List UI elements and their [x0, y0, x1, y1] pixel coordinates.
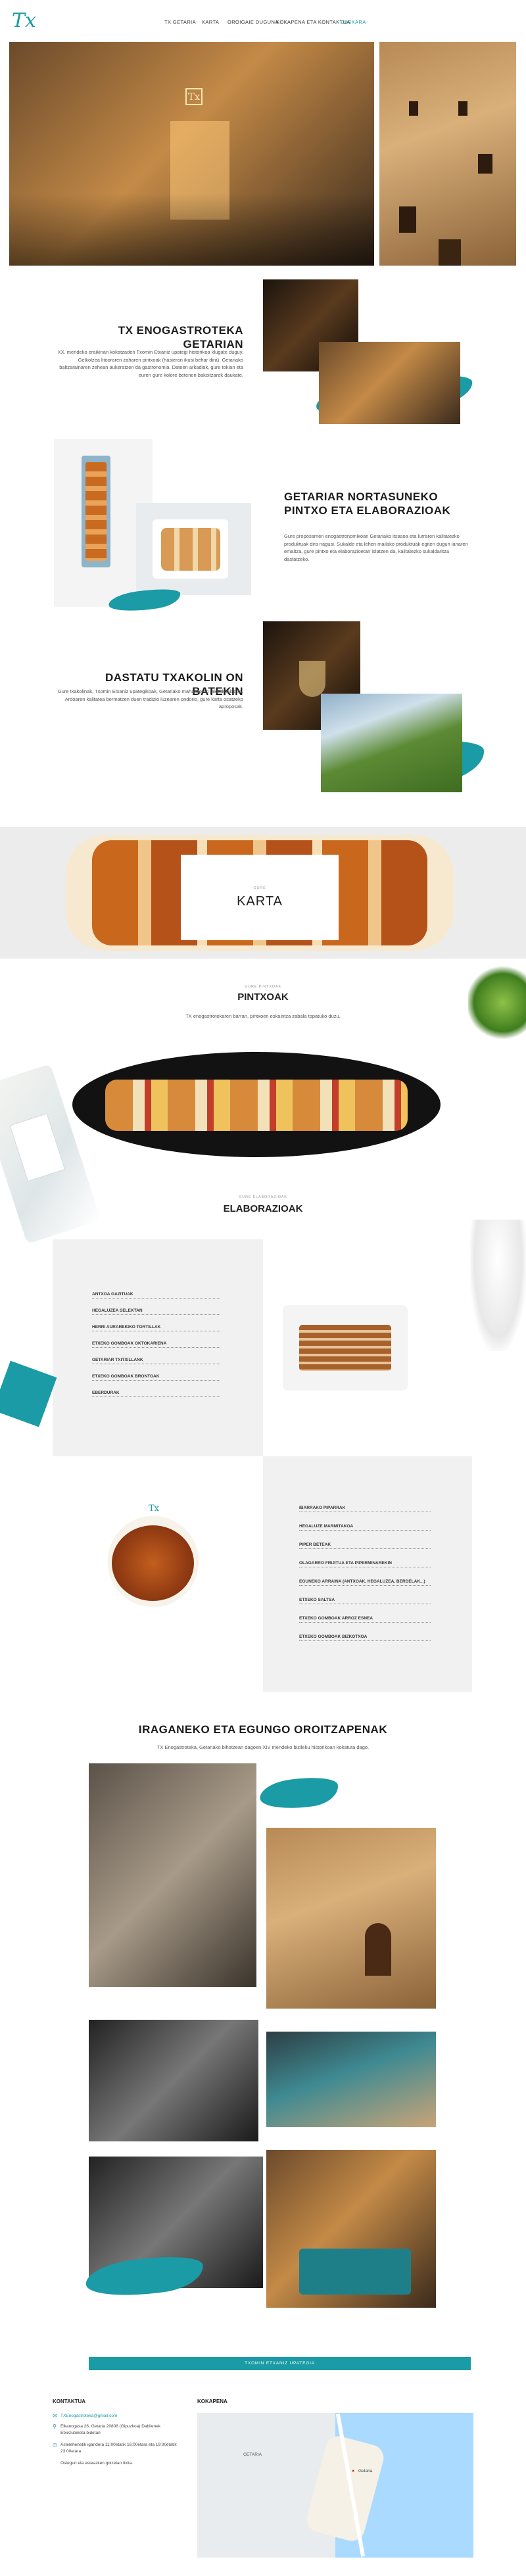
stew-bowl: Tx — [78, 1496, 229, 1627]
tx-logo[interactable]: Tx — [12, 9, 36, 32]
menu-item: IBARRAKO PIPARRAK — [299, 1506, 431, 1512]
window — [478, 154, 492, 174]
anchovies — [299, 1325, 391, 1371]
rolled-pintxos — [161, 528, 220, 571]
pintxo-section-text: Gure proposamen enogastronomikoan Getari… — [284, 533, 468, 562]
doorway — [439, 239, 461, 266]
contact-title: KONTAKTUA — [53, 2398, 86, 2404]
memories-title: IRAGANEKO ETA EGUNGO OROITZAPENAK — [138, 1723, 388, 1736]
menu-item: EGUNEKO ARRAINA (ANTXOAK, HEGALUZEA, BER… — [299, 1579, 431, 1586]
mail-icon: ✉ — [53, 2413, 57, 2419]
photo-building-today — [266, 1828, 436, 2009]
photo-historic-cellar — [89, 2020, 258, 2141]
menu-item: PIPER BETEAK — [299, 1542, 431, 1549]
txakoli-text: Gure txakolinak, Txomin Etxaniz upategik… — [57, 688, 243, 710]
menu-item: ANTXOA GAZITUAK — [92, 1292, 220, 1299]
location-title: KOKAPENA — [197, 2398, 227, 2404]
pintxoak-title: PINTXOAK — [237, 991, 289, 1003]
teal-brush-stroke — [258, 1773, 341, 1814]
menu-item: OLAGARRO FRIJITUA ETA PIPERMINAREKIN — [299, 1561, 431, 1567]
location-pin-icon: ⚲ — [53, 2423, 57, 2429]
pintxo-board — [72, 1052, 441, 1157]
contact-email[interactable]: TXEnogastroteka@gmail.com — [60, 2413, 185, 2420]
photo-modern-interior — [266, 2032, 436, 2127]
anchovy-plate — [283, 1305, 408, 1391]
karta-eyebrow: GURE — [253, 886, 266, 890]
photo-historic-street — [89, 1763, 256, 1987]
pintxo-section-title: GETARIAR NORTASUNEKO PINTXO ETA ELABORAZ… — [284, 490, 451, 517]
pintxo-row — [105, 1080, 408, 1131]
photo-bar-interior — [319, 342, 460, 424]
nav-item-oroigaie[interactable]: OROIGAIE DUGUNA — [227, 19, 279, 25]
glass-of-txakoli — [299, 661, 325, 697]
intro-text: XX. mendeko eraikinan kokatzaden Txomin … — [57, 349, 243, 378]
menu-item: GETARIAR TXITXILLANK — [92, 1358, 220, 1364]
menu-item: ETXEKO GOMBOAK BRONTOAK — [92, 1374, 220, 1381]
karta-card[interactable]: GURE KARTA — [181, 855, 339, 940]
pintxo-stack — [85, 462, 107, 561]
menu-box-b — [263, 1456, 472, 1692]
teal-chairs — [299, 2249, 411, 2295]
pintxoak-eyebrow: GURE PINTXOAK — [245, 985, 281, 989]
menu-item: HEGALUZE MARMITAKOA — [299, 1524, 431, 1531]
pintxoak-text: TX enogastrotekaren barran, pintxoen esk… — [185, 1013, 341, 1019]
contact-address: Elkanogasa 26, Getaria 20808 (Gipuzkoa) … — [60, 2424, 161, 2435]
arched-door — [365, 1923, 391, 1976]
teal-napkin — [0, 1360, 57, 1427]
menu-item: ETXEKO SALTSA — [299, 1598, 431, 1604]
menu-item: HERRI AURAREKIKO TORTILLAK — [92, 1325, 220, 1331]
bottle-label — [9, 1113, 66, 1182]
menu-item: ETXEKO GOMBOAK ARROZ ESNEA — [299, 1616, 431, 1623]
nav-item-karta[interactable]: KARTA — [202, 19, 219, 25]
menu-item: HEGALUZEA SELEKTAN — [92, 1308, 220, 1315]
location-map[interactable]: GETARIA ● Getaria — [197, 2413, 473, 2558]
page: Tx TX GETARIA KARTA OROIGAIE DUGUNA KOKA… — [0, 0, 526, 2576]
memories-text: TX Enogastroteka, Getariako bihotzean da… — [156, 1744, 370, 1750]
menu-item: ETXEKO GOMBOAK BIZKOTXOA — [299, 1634, 431, 1641]
closing-note: Ostegun eta asteazken goizetan itxita. — [60, 2461, 133, 2466]
menu-box-a — [53, 1239, 263, 1456]
photo-wine-wall — [266, 2150, 436, 2308]
window — [409, 101, 418, 116]
photo-vineyard — [321, 694, 462, 792]
cta-label: TXOMIN ETXANIZ UPATEGIA — [245, 2361, 315, 2366]
stew — [112, 1525, 194, 1601]
bowl-logo: Tx — [149, 1504, 160, 1514]
nav-item-tx-getaria[interactable]: TX GETARIA — [164, 19, 196, 25]
hero-photo-facade — [379, 42, 516, 266]
top-navigation: Tx TX GETARIA KARTA OROIGAIE DUGUNA KOKA… — [0, 0, 526, 42]
upategia-cta-button[interactable]: TXOMIN ETXANIZ UPATEGIA — [89, 2357, 471, 2370]
wine-glass — [470, 1220, 526, 1351]
photo-pintxo-dish — [136, 503, 251, 595]
nav-item-kokapena-kontaktua[interactable]: KOKAPENA ETA KONTAKTUA — [276, 19, 350, 25]
clock-icon: ◷ — [53, 2442, 57, 2448]
crowd-shadow — [9, 193, 374, 266]
window — [399, 206, 416, 233]
opening-hours: Astelehenetik igandera 11:00etatik 16:00… — [60, 2443, 177, 2454]
karta-title: KARTA — [237, 894, 283, 909]
nav-item-euskara[interactable]: EUSKARA — [341, 19, 366, 25]
tx-sign-icon: Tx — [185, 88, 203, 105]
menu-item: ETXEKO GOMBOAK OKTOKARIENA — [92, 1341, 220, 1348]
menu-item: EBERDURAK — [92, 1391, 220, 1397]
map-label: Getaria — [358, 2469, 373, 2473]
hero-photo-street: Tx — [9, 42, 374, 266]
elaborazioak-eyebrow: GURE ELABORAZIOAK — [239, 1195, 287, 1199]
elaborazioak-title: ELABORAZIOAK — [223, 1203, 303, 1214]
map-pin-icon: ● — [352, 2469, 355, 2473]
window — [458, 101, 467, 116]
map-label: GETARIA — [243, 2452, 262, 2457]
herb-garnish — [468, 963, 526, 1042]
intro-title: TX ENOGASTROTEKA GETARIAN — [118, 324, 243, 351]
